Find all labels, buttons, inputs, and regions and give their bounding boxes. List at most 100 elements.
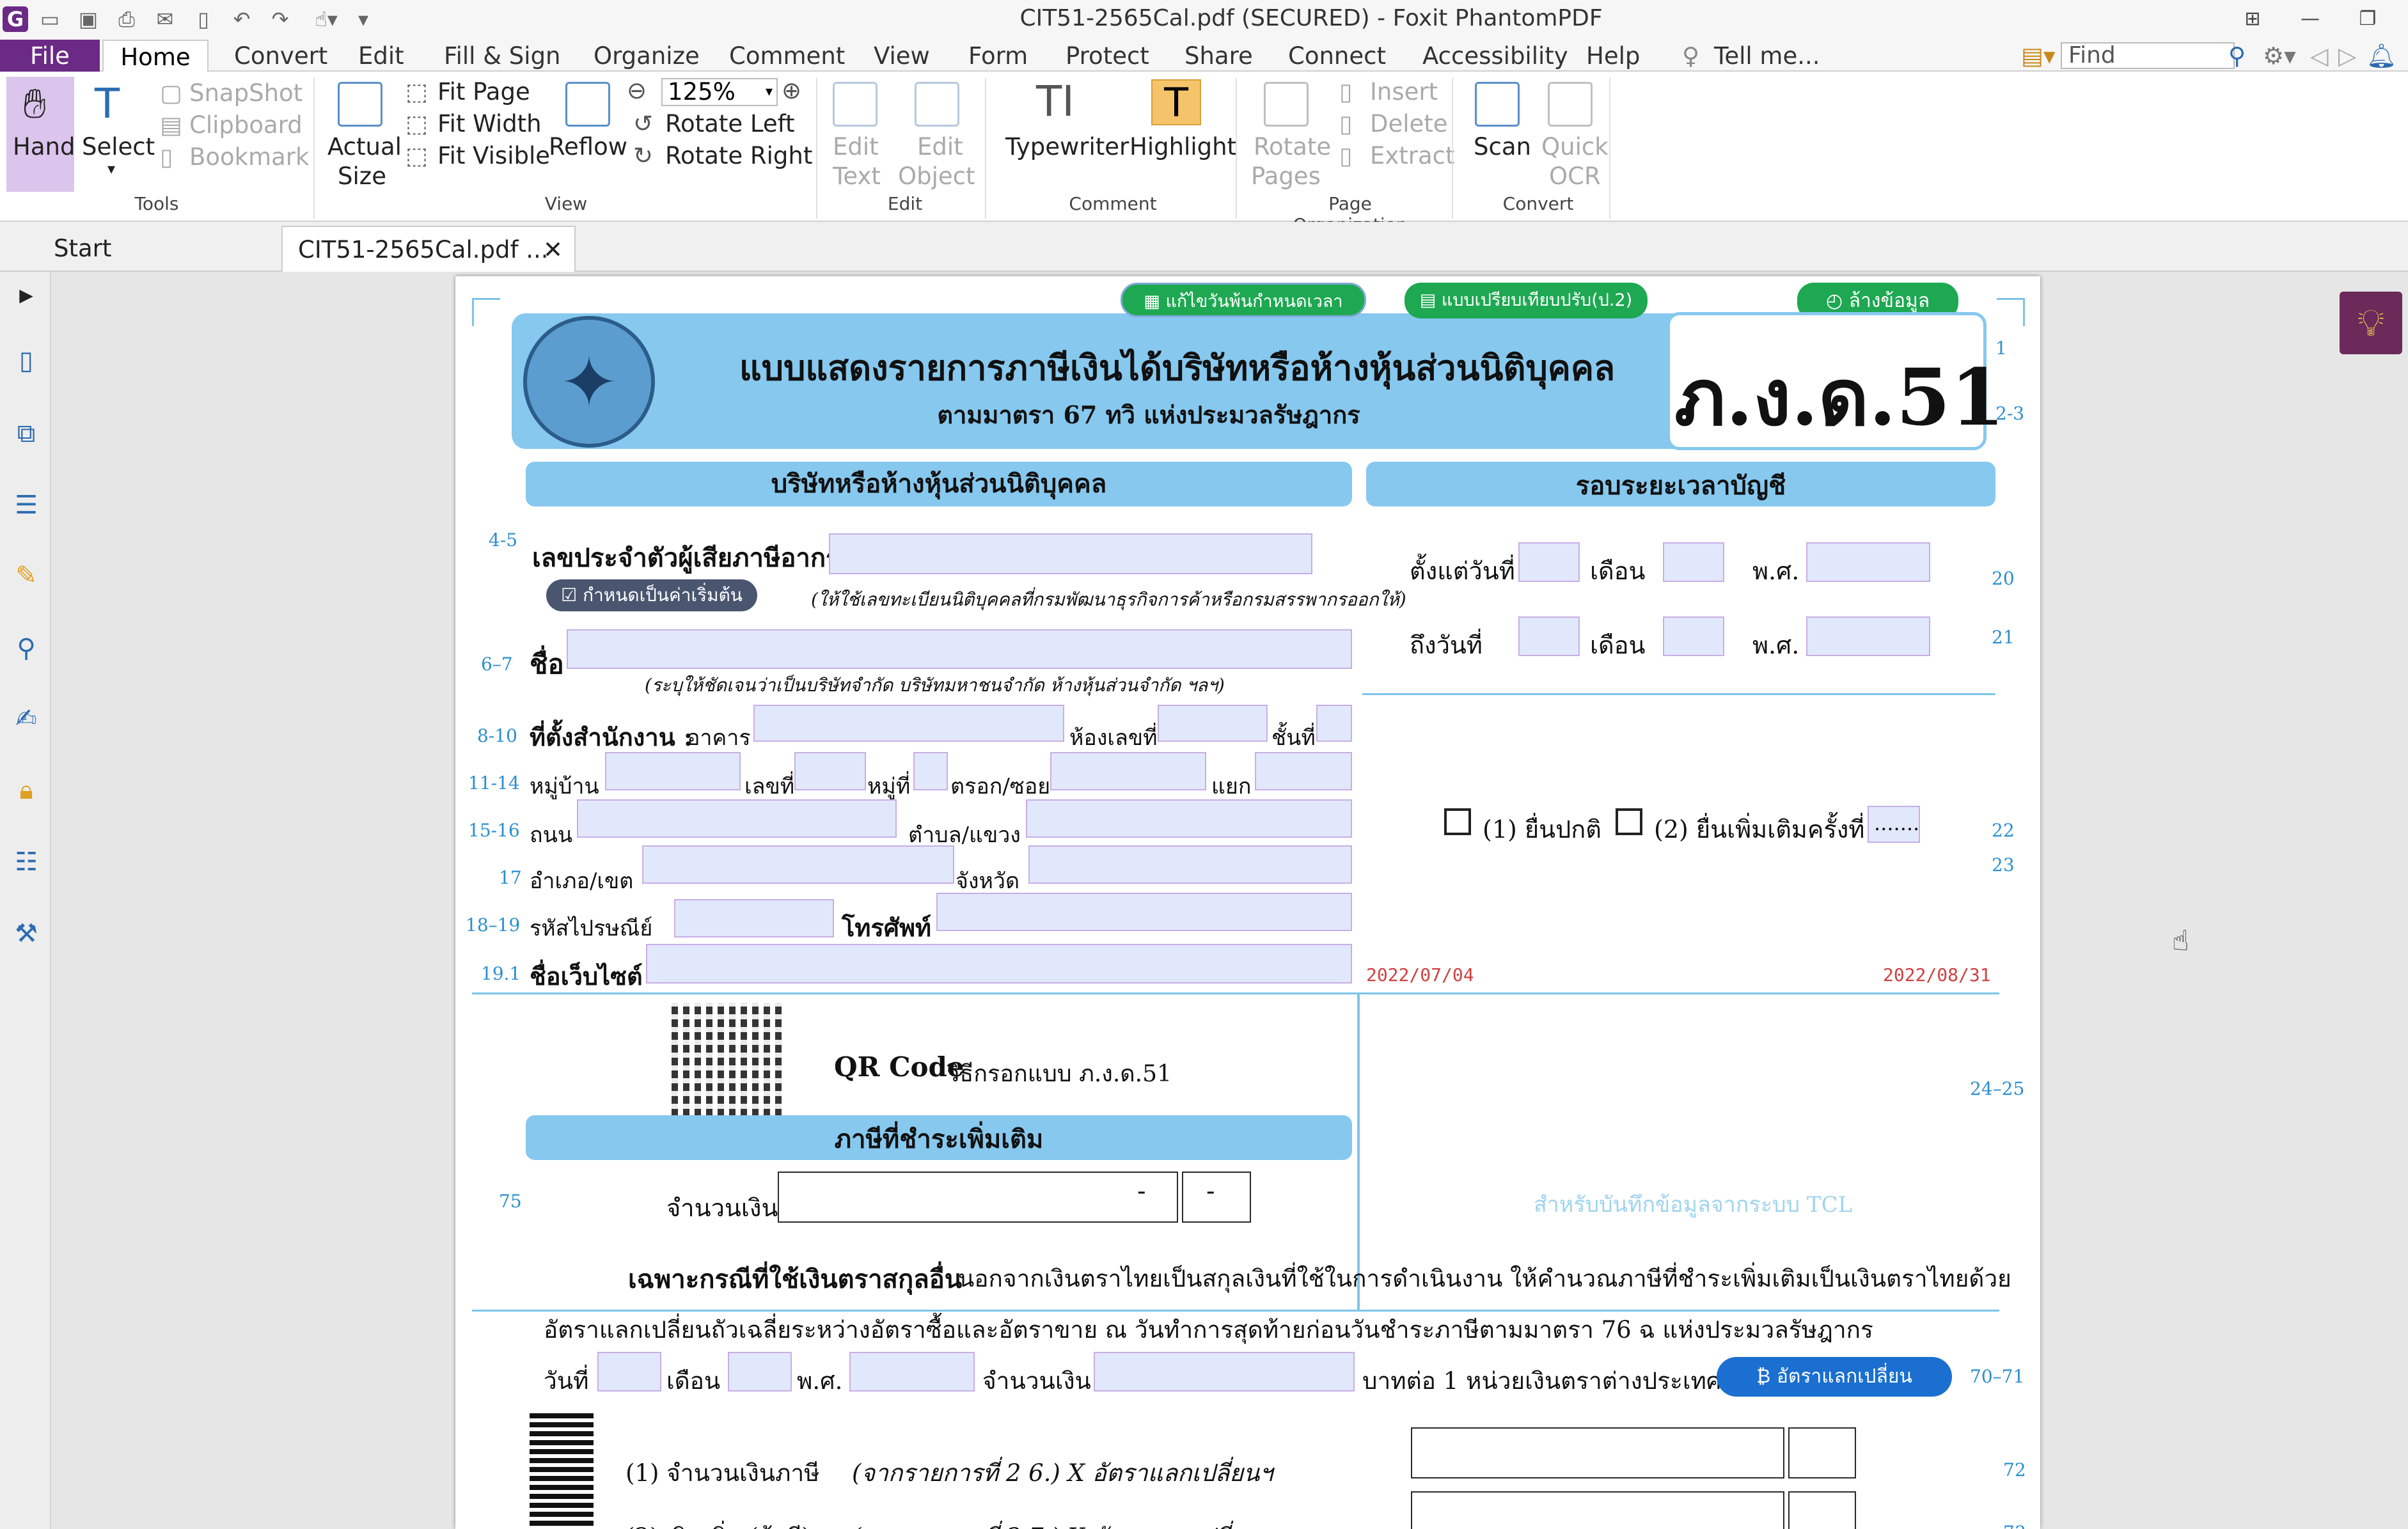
zoom-out-icon[interactable]: ⊖ bbox=[627, 77, 647, 104]
surcharge-satang-field[interactable] bbox=[1788, 1491, 1856, 1529]
floor-field[interactable] bbox=[1316, 705, 1352, 742]
tax-id-field[interactable] bbox=[829, 533, 1312, 574]
menu-fill-sign[interactable]: Fill & Sign bbox=[444, 40, 561, 72]
extract-button[interactable]: Extract bbox=[1370, 142, 1455, 169]
expand-panel-icon[interactable]: ▶ bbox=[12, 281, 41, 310]
bookmark-button[interactable]: Bookmark bbox=[189, 143, 309, 171]
highlight-button[interactable]: Highlight bbox=[1129, 133, 1236, 161]
delete-button[interactable]: Delete bbox=[1370, 110, 1448, 137]
print-icon[interactable]: ⎙ bbox=[114, 6, 139, 32]
website-field[interactable] bbox=[646, 944, 1352, 984]
customize-icon[interactable]: ▾ bbox=[350, 6, 376, 32]
phone-field[interactable] bbox=[936, 893, 1352, 931]
road-field[interactable] bbox=[577, 799, 897, 838]
restore-icon[interactable]: ❐ bbox=[2349, 4, 2387, 35]
snapshot-button[interactable]: SnapShot bbox=[189, 79, 303, 107]
tab-start[interactable]: Start bbox=[38, 226, 111, 272]
tab-document[interactable]: CIT51-2565Cal.pdf ... ✕ bbox=[281, 226, 576, 272]
exchange-rate-button[interactable]: ₿ อัตราแลกเปลี่ยน bbox=[1717, 1357, 1952, 1397]
surcharge-field[interactable] bbox=[1411, 1491, 1784, 1529]
bookmarks-icon[interactable]: ▯ bbox=[12, 346, 41, 375]
moo-field[interactable] bbox=[913, 752, 948, 790]
normal-filing-checkbox[interactable] bbox=[1444, 808, 1471, 835]
compare-fine-button[interactable]: ▤ แบบเปรียบเทียบปรับ(ป.2) bbox=[1405, 283, 1648, 318]
yaek-field[interactable] bbox=[1255, 752, 1352, 790]
menu-organize[interactable]: Organize bbox=[594, 40, 700, 72]
rotate-left-button[interactable]: Rotate Left bbox=[665, 110, 795, 137]
signatures-icon[interactable]: ✍ bbox=[12, 704, 41, 733]
lightbulb-icon[interactable]: 💡︎ bbox=[2340, 292, 2402, 354]
house-no-field[interactable] bbox=[794, 752, 866, 790]
search-icon[interactable]: ⚲ bbox=[2228, 40, 2246, 72]
fx-rate-field[interactable] bbox=[1094, 1352, 1355, 1392]
reflow-button[interactable]: Reflow bbox=[549, 133, 627, 161]
clipboard-button[interactable]: Clipboard bbox=[189, 111, 303, 139]
email-icon[interactable]: ✉ bbox=[152, 6, 178, 32]
menu-share[interactable]: Share bbox=[1184, 40, 1253, 72]
quick-ocr-button[interactable]: Quick bbox=[1541, 133, 1609, 161]
province-field[interactable] bbox=[1028, 845, 1352, 884]
to-year-field[interactable] bbox=[1806, 616, 1930, 656]
from-day-field[interactable] bbox=[1518, 542, 1580, 582]
tax-amount-field[interactable] bbox=[1411, 1427, 1784, 1478]
fx-month-field[interactable] bbox=[728, 1352, 792, 1392]
bell-icon[interactable]: 🔔︎ bbox=[2366, 40, 2396, 72]
additional-filing-checkbox[interactable] bbox=[1616, 808, 1642, 835]
building-field[interactable] bbox=[753, 705, 1064, 742]
scan-button[interactable]: Scan bbox=[1474, 133, 1531, 161]
menu-file[interactable]: File bbox=[0, 40, 100, 72]
menu-convert[interactable]: Convert bbox=[234, 40, 327, 72]
open-icon[interactable]: ▭ bbox=[37, 6, 63, 32]
menu-home[interactable]: Home bbox=[102, 40, 209, 73]
layers-icon[interactable]: ☰ bbox=[12, 490, 41, 520]
insert-button[interactable]: Insert bbox=[1370, 78, 1438, 106]
menu-protect[interactable]: Protect bbox=[1066, 40, 1149, 72]
close-tab-icon[interactable]: ✕ bbox=[543, 227, 563, 273]
select-dropdown-icon[interactable]: ▾ bbox=[107, 160, 115, 178]
gear-icon[interactable]: ⚙▾ bbox=[2263, 40, 2296, 72]
comments-icon[interactable]: ✎ bbox=[12, 561, 41, 590]
search-people-icon[interactable]: ⚒ bbox=[12, 919, 41, 948]
rotate-right-button[interactable]: Rotate Right bbox=[665, 142, 812, 169]
extra-tax-satang-field[interactable] bbox=[1182, 1172, 1251, 1223]
rotate-pages-button[interactable]: Rotate bbox=[1254, 133, 1331, 161]
fx-year-field[interactable] bbox=[849, 1352, 975, 1392]
menu-edit[interactable]: Edit bbox=[358, 40, 404, 72]
room-field[interactable] bbox=[1158, 705, 1268, 742]
fix-deadline-button[interactable]: ▦ แก้ไขวันพ้นกำหนดเวลา bbox=[1121, 283, 1366, 317]
tax-amount-satang-field[interactable] bbox=[1788, 1427, 1856, 1478]
select-tool[interactable]: Select bbox=[82, 133, 155, 161]
extra-tax-amount-field[interactable] bbox=[778, 1172, 1178, 1223]
edit-object-button[interactable]: Edit bbox=[917, 133, 963, 161]
fx-day-field[interactable] bbox=[597, 1352, 661, 1392]
postcode-field[interactable] bbox=[674, 899, 834, 937]
security-lock-icon[interactable]: 🔒︎ bbox=[12, 776, 41, 805]
set-default-button[interactable]: ☑ กำหนดเป็นค่าเริ่มต้น bbox=[546, 579, 757, 611]
amphoe-field[interactable] bbox=[642, 845, 954, 884]
to-day-field[interactable] bbox=[1518, 616, 1580, 656]
fit-width-button[interactable]: Fit Width bbox=[437, 110, 542, 137]
additional-count-field[interactable]: ....... bbox=[1868, 806, 1920, 843]
menu-view[interactable]: View bbox=[874, 40, 930, 72]
fit-visible-button[interactable]: Fit Visible bbox=[437, 142, 550, 169]
typewriter-button[interactable]: Typewriter bbox=[1005, 133, 1129, 161]
soi-field[interactable] bbox=[1050, 752, 1206, 790]
fit-page-button[interactable]: Fit Page bbox=[437, 78, 530, 106]
next-icon[interactable]: ▷ bbox=[2338, 40, 2356, 72]
tambon-field[interactable] bbox=[1026, 799, 1352, 838]
redo-icon[interactable]: ↷ bbox=[267, 6, 293, 32]
zoom-in-icon[interactable]: ⊕ bbox=[782, 77, 801, 104]
save-icon[interactable]: ▣ bbox=[75, 6, 101, 32]
actual-size-button[interactable]: Actual bbox=[327, 133, 402, 161]
from-year-field[interactable] bbox=[1806, 542, 1930, 582]
prev-icon[interactable]: ◁ bbox=[2310, 40, 2328, 72]
fields-icon[interactable]: ☷ bbox=[12, 847, 41, 877]
find-input[interactable]: Find bbox=[2061, 42, 2235, 69]
menu-connect[interactable]: Connect bbox=[1288, 40, 1386, 72]
menu-help[interactable]: Help bbox=[1586, 40, 1640, 72]
new-icon[interactable]: ▯ bbox=[191, 6, 216, 32]
to-month-field[interactable] bbox=[1663, 616, 1724, 656]
ribbon-options-icon[interactable]: ⊞ bbox=[2233, 4, 2272, 35]
village-field[interactable] bbox=[605, 752, 741, 790]
edit-text-button[interactable]: Edit bbox=[833, 133, 879, 161]
